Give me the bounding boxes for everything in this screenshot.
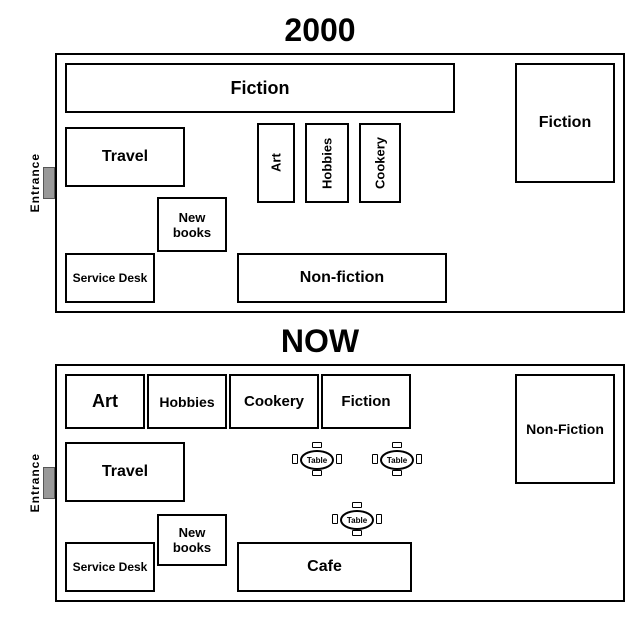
chair <box>336 454 342 464</box>
floor-plan-2000: Fiction Fiction Travel Art Hobbies Cooke… <box>55 53 625 313</box>
art-box-2000: Art <box>257 123 295 203</box>
floor-plan-now: Art Hobbies Cookery Fiction Non-Fiction … <box>55 364 625 602</box>
table-group-3: Table <box>332 502 382 536</box>
fiction-box-now: Fiction <box>321 374 411 429</box>
service-2000: Service Desk <box>65 253 155 303</box>
chair <box>312 442 322 448</box>
plan2000-wrapper: Entrance Fiction Fiction Travel Art Hobb… <box>55 53 625 313</box>
plan2000-title: 2000 <box>284 12 355 49</box>
nonfiction-box-now: Non-Fiction <box>515 374 615 484</box>
entrance-label-now: Entrance <box>28 453 42 512</box>
chair <box>292 454 298 464</box>
page-wrapper: 2000 Entrance Fiction Fiction Travel Art… <box>15 0 625 602</box>
chair <box>372 454 378 464</box>
hobbies-box-now: Hobbies <box>147 374 227 429</box>
chair <box>312 470 322 476</box>
travel-box-now: Travel <box>65 442 185 502</box>
chair <box>416 454 422 464</box>
newbooks-now: New books <box>157 514 227 566</box>
service-now: Service Desk <box>65 542 155 592</box>
chair <box>352 502 362 508</box>
travel-box-2000: Travel <box>65 127 185 187</box>
entrance-door-2000 <box>43 167 55 199</box>
fiction-right-2000: Fiction <box>515 63 615 183</box>
cookery-box-2000: Cookery <box>359 123 401 203</box>
table-oval-3: Table <box>340 510 374 530</box>
entrance-label-2000: Entrance <box>28 153 42 212</box>
chair <box>392 470 402 476</box>
art-box-now: Art <box>65 374 145 429</box>
entrance-area-now: Entrance <box>15 364 55 602</box>
hobbies-box-2000: Hobbies <box>305 123 349 203</box>
cookery-box-now: Cookery <box>229 374 319 429</box>
plan-now-wrapper: Entrance Art Hobbies Cookery Fiction Non… <box>55 364 625 602</box>
chair <box>392 442 402 448</box>
newbooks-2000: New books <box>157 197 227 252</box>
fiction-top-2000: Fiction <box>65 63 455 113</box>
chair <box>376 514 382 524</box>
cafe-now: Cafe <box>237 542 412 592</box>
entrance-area-2000: Entrance <box>15 53 55 313</box>
table-group-1: Table <box>292 442 342 476</box>
nonfiction-2000: Non-fiction <box>237 253 447 303</box>
table-oval-1: Table <box>300 450 334 470</box>
table-group-2: Table <box>372 442 422 476</box>
tables-area: Table Table Table <box>282 438 482 558</box>
plan-now-title: NOW <box>281 323 359 360</box>
chair <box>332 514 338 524</box>
chair <box>352 530 362 536</box>
table-oval-2: Table <box>380 450 414 470</box>
entrance-door-now <box>43 467 55 499</box>
